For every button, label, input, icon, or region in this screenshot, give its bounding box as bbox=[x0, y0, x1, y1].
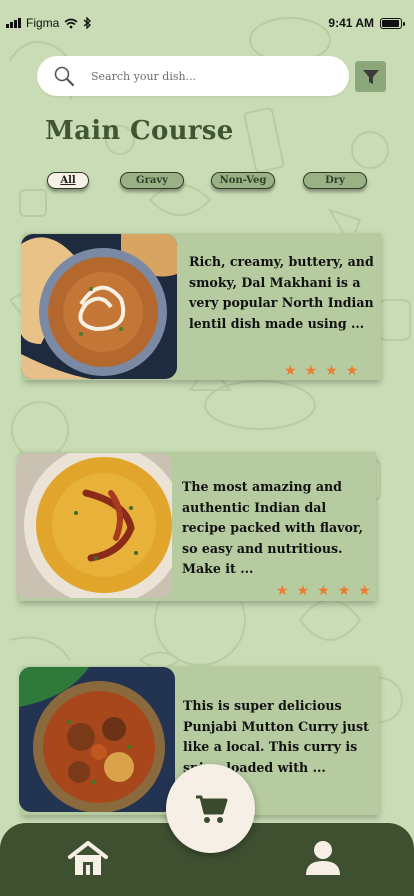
chip-non-veg[interactable]: Non-Veg bbox=[211, 172, 275, 189]
dish-description-2: The most amazing and authentic Indian da… bbox=[182, 479, 363, 576]
cart-button[interactable] bbox=[166, 764, 255, 853]
chip-all[interactable]: All bbox=[47, 172, 89, 189]
search-icon[interactable] bbox=[53, 65, 75, 87]
dish-image-dal-tadka[interactable] bbox=[16, 453, 172, 598]
star-icon: ★ bbox=[358, 583, 371, 599]
star-icon: ★ bbox=[284, 363, 297, 379]
cart-icon bbox=[195, 795, 227, 823]
home-icon bbox=[68, 841, 108, 875]
page-title: Main Course bbox=[45, 116, 234, 146]
star-icon: ★ bbox=[317, 583, 330, 599]
star-icon: ★ bbox=[276, 583, 289, 599]
star-icon: ★ bbox=[325, 363, 338, 379]
rating-stars-1: ★ ★ ★ ★ bbox=[284, 363, 358, 379]
filter-chips: All Gravy Non-Veg Dry bbox=[0, 172, 414, 192]
chip-dry[interactable]: Dry bbox=[303, 172, 367, 189]
dish-image-dal-makhani[interactable] bbox=[21, 234, 177, 379]
star-icon: ★ bbox=[304, 363, 318, 379]
carrier-label: Figma bbox=[26, 16, 60, 30]
rating-stars-2: ★ ★ ★ ★ ★ bbox=[276, 583, 371, 599]
home-button[interactable] bbox=[67, 839, 109, 883]
search-input[interactable] bbox=[91, 69, 311, 83]
dish-description-1: Rich, creamy, buttery, and smoky, Dal Ma… bbox=[189, 254, 374, 331]
filter-button[interactable] bbox=[355, 61, 386, 92]
battery-icon bbox=[380, 17, 405, 29]
status-bar: Figma 9:41 AM bbox=[0, 0, 414, 46]
profile-button[interactable] bbox=[304, 840, 342, 880]
star-icon: ★ bbox=[296, 583, 310, 599]
wifi-icon bbox=[64, 18, 78, 28]
status-left: Figma bbox=[6, 16, 92, 30]
star-icon: ★ bbox=[345, 363, 359, 379]
funnel-icon bbox=[362, 69, 379, 84]
dish-image-mutton-curry[interactable] bbox=[19, 667, 175, 812]
clock: 9:41 AM bbox=[328, 16, 374, 30]
chip-gravy[interactable]: Gravy bbox=[120, 172, 184, 189]
user-icon bbox=[306, 841, 340, 875]
signal-icon bbox=[6, 18, 21, 28]
star-icon: ★ bbox=[337, 583, 351, 599]
bluetooth-icon bbox=[83, 17, 92, 29]
search-bar[interactable] bbox=[37, 56, 349, 96]
status-right: 9:41 AM bbox=[328, 16, 405, 30]
